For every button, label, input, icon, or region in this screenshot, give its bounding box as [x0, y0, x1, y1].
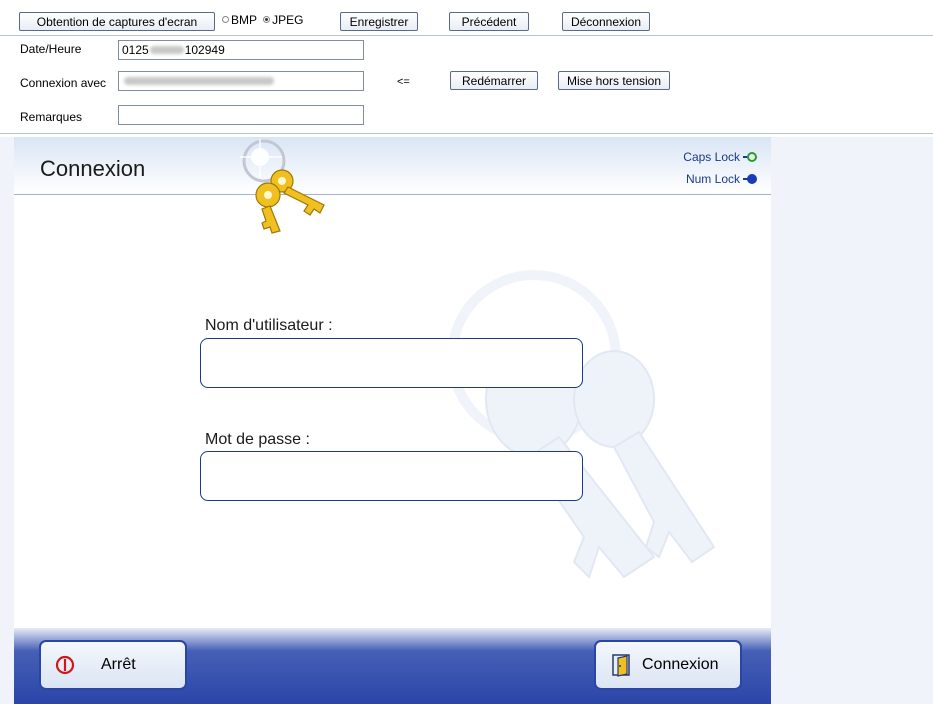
username-label: Nom d'utilisateur : [205, 317, 333, 334]
logout-button[interactable]: Déconnexion [562, 12, 650, 31]
num-lock-label: Num Lock [685, 172, 740, 186]
save-button[interactable]: Enregistrer [340, 12, 418, 31]
info-divider [0, 133, 933, 134]
remarks-field[interactable] [118, 105, 364, 125]
stop-button[interactable]: Arrêt [39, 640, 187, 690]
panel-footer: Arrêt Connexion [14, 628, 771, 704]
connection-label: Connexion avec [20, 76, 107, 90]
capture-button[interactable]: Obtention de captures d'ecran [19, 12, 215, 31]
shutdown-button[interactable]: Mise hors tension [558, 71, 670, 90]
power-icon [55, 655, 75, 675]
login-label: Connexion [642, 656, 719, 673]
caps-lock-led-icon [743, 151, 757, 163]
redacted-blur [149, 46, 184, 54]
jpeg-label: JPEG [272, 13, 304, 27]
login-button[interactable]: Connexion [594, 640, 742, 690]
keys-icon [240, 139, 325, 234]
num-lock-led-icon [743, 173, 757, 185]
door-icon [612, 654, 630, 677]
num-lock-indicator: Num Lock [686, 172, 757, 186]
date-value-start: 0125 [122, 43, 149, 57]
password-label: Mot de passe : [205, 431, 310, 448]
toolbar-divider [0, 35, 933, 36]
arrow-label: <= [397, 76, 410, 88]
redacted-blur [124, 77, 274, 85]
previous-button[interactable]: Précédent [449, 12, 529, 31]
date-value-end: 102949 [184, 43, 225, 57]
panel-title: Connexion [40, 156, 146, 181]
login-panel: Connexion Caps Lock Num Lock Nom d'utili… [14, 137, 771, 704]
username-input[interactable] [200, 338, 583, 388]
left-margin [0, 137, 14, 704]
date-label: Date/Heure [20, 42, 82, 56]
stop-label: Arrêt [101, 656, 136, 673]
restart-button[interactable]: Redémarrer [450, 71, 538, 90]
bmp-label: BMP [231, 13, 257, 27]
watermark-keys-icon [447, 270, 716, 579]
bmp-radio[interactable] [222, 16, 229, 24]
password-input[interactable] [200, 451, 583, 501]
jpeg-radio[interactable] [263, 16, 271, 24]
connection-field[interactable] [118, 71, 364, 91]
caps-lock-label: Caps Lock [683, 150, 740, 164]
caps-lock-indicator: Caps Lock [683, 150, 757, 164]
right-margin [771, 137, 933, 704]
format-radio-group: BMP JPEG [222, 13, 303, 27]
remarks-label: Remarques [20, 110, 83, 124]
date-field[interactable]: 0125 102949 [118, 40, 364, 60]
